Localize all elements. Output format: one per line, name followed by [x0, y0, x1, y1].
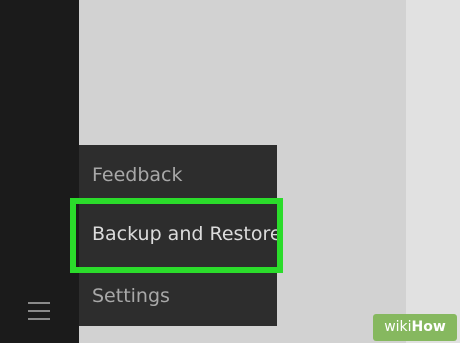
wikihow-watermark: wikiHow [373, 314, 457, 341]
watermark-prefix: wiki [384, 319, 412, 335]
hamburger-icon[interactable] [28, 300, 50, 322]
menu-item-settings[interactable]: Settings [79, 266, 277, 326]
sidebar-menu: Feedback Backup and Restore Settings [79, 145, 282, 326]
right-panel [406, 0, 460, 343]
sidebar [0, 0, 79, 343]
menu-item-backup-and-restore[interactable]: Backup and Restore [79, 204, 282, 264]
watermark-suffix: How [411, 319, 446, 335]
menu-item-feedback[interactable]: Feedback [79, 145, 277, 205]
